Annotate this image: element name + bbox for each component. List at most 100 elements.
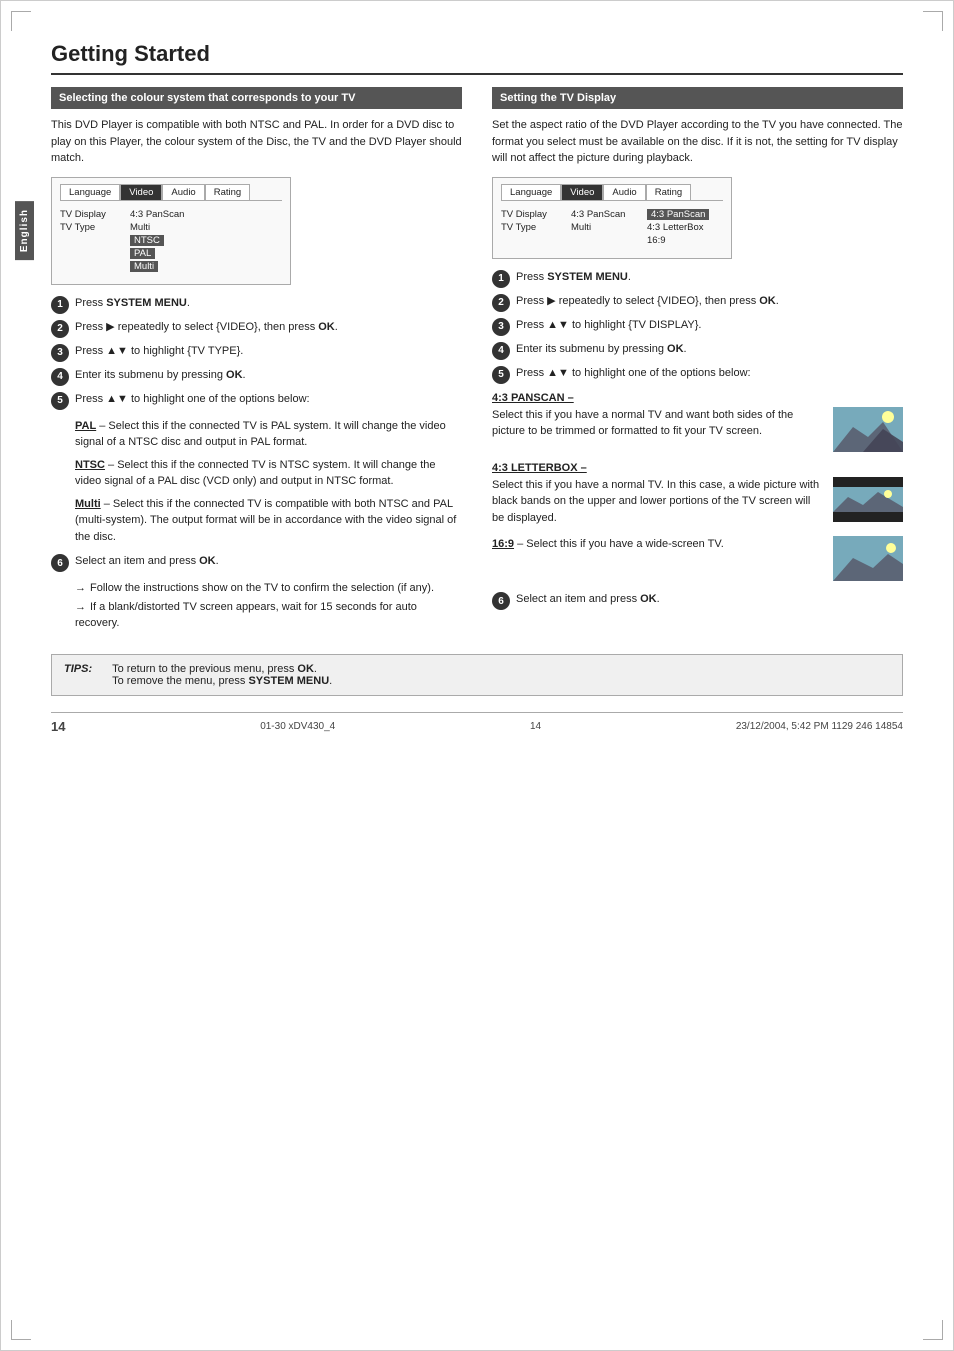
left-sub-arrow-1: Follow the instructions show on the TV t… (75, 580, 462, 597)
left-menu-val-multi: Multi (130, 222, 282, 233)
right-menu-labels: TV Display TV Type (501, 209, 571, 248)
side-tab: English (15, 201, 34, 260)
left-step-text-1: Press SYSTEM MENU. (75, 295, 462, 312)
left-step-num-2: 2 (51, 320, 69, 338)
left-step-text-5: Press ▲▼ to highlight one of the options… (75, 391, 462, 408)
right-highlight-169: 16:9 (647, 235, 723, 246)
left-menu-tabs: Language Video Audio Rating (60, 184, 282, 201)
right-tab-language: Language (501, 184, 561, 200)
left-menu-label-tvtype: TV Type (60, 222, 130, 233)
tv-option-169: 16:9 – Select this if you have a wide-sc… (492, 536, 903, 581)
left-opt-text-ntsc: – Select this if the connected TV is NTS… (75, 459, 436, 488)
left-menu-body: TV Display TV Type 4:3 PanScan Multi NTS… (60, 205, 282, 278)
panscan-svg (833, 407, 903, 452)
right-step-text-1: Press SYSTEM MENU. (516, 269, 903, 286)
left-menu-val-pal: PAL (130, 248, 282, 259)
right-column: Setting the TV Display Set the aspect ra… (492, 87, 903, 634)
right-step-num-4: 4 (492, 342, 510, 360)
right-step-num-2: 2 (492, 294, 510, 312)
right-step-6: 6 Select an item and press OK. (492, 591, 903, 610)
left-menu-values: 4:3 PanScan Multi NTSC PAL Multi (130, 209, 282, 274)
corner-mark-tr (923, 11, 943, 31)
left-menu-val-panscan: 4:3 PanScan (130, 209, 282, 220)
right-menu-label-tvdisplay: TV Display (501, 209, 571, 220)
tv-option-panscan: 4:3 PANSCAN – Select this if you have a … (492, 392, 903, 452)
right-highlight-letterbox: 4:3 LetterBox (647, 222, 723, 233)
left-step-text-6: Select an item and press OK. (75, 553, 462, 570)
left-column: Selecting the colour system that corresp… (51, 87, 462, 634)
right-menu-highlighted: 4:3 PanScan 4:3 LetterBox 16:9 (647, 209, 723, 248)
right-section-header: Setting the TV Display (492, 87, 903, 109)
tv-option-text-169: 16:9 – Select this if you have a wide-sc… (492, 536, 825, 553)
left-menu-labels: TV Display TV Type (60, 209, 130, 274)
tv-option-header-panscan: 4:3 PANSCAN – (492, 392, 903, 404)
right-menu-val-panscan: 4:3 PanScan (571, 209, 647, 220)
letterbox-svg (833, 477, 903, 522)
left-opt-label-pal: PAL (75, 420, 96, 432)
corner-mark-br (923, 1320, 943, 1340)
tv-option-content-panscan: Select this if you have a normal TV and … (492, 407, 903, 452)
left-opt-text-multi: – Select this if the connected TV is com… (75, 498, 456, 543)
right-step-text-5: Press ▲▼ to highlight one of the options… (516, 365, 903, 382)
left-step-text-4: Enter its submenu by pressing OK. (75, 367, 462, 384)
right-tab-audio: Audio (603, 184, 645, 200)
left-step-5: 5 Press ▲▼ to highlight one of the optio… (51, 391, 462, 410)
left-tab-audio: Audio (162, 184, 204, 200)
right-step-5: 5 Press ▲▼ to highlight one of the optio… (492, 365, 903, 384)
page-number: 14 (51, 719, 65, 734)
left-tab-rating: Rating (205, 184, 250, 200)
right-step-1: 1 Press SYSTEM MENU. (492, 269, 903, 288)
left-step-text-2: Press ▶ repeatedly to select {VIDEO}, th… (75, 319, 462, 336)
right-step-num-5: 5 (492, 366, 510, 384)
left-section-header: Selecting the colour system that corresp… (51, 87, 462, 109)
left-steps-list: 1 Press SYSTEM MENU. 2 Press ▶ repeatedl… (51, 295, 462, 410)
footer-center: 14 (530, 721, 541, 732)
left-step-4: 4 Enter its submenu by pressing OK. (51, 367, 462, 386)
arrow-icon-2 (75, 601, 90, 613)
page-container: English Getting Started Selecting the co… (0, 0, 954, 1351)
left-step-1: 1 Press SYSTEM MENU. (51, 295, 462, 314)
left-step-6: 6 Select an item and press OK. (51, 553, 462, 572)
left-opt-ntsc: NTSC – Select this if the connected TV i… (75, 457, 462, 490)
tv-image-169 (833, 536, 903, 581)
tv-option-text-panscan: Select this if you have a normal TV and … (492, 407, 825, 440)
left-step-num-6: 6 (51, 554, 69, 572)
corner-mark-tl (11, 11, 31, 31)
arrow-icon-1 (75, 582, 90, 594)
right-section-intro: Set the aspect ratio of the DVD Player a… (492, 117, 903, 167)
right-tab-video: Video (561, 184, 603, 200)
left-menu-label-tvdisplay: TV Display (60, 209, 130, 220)
left-step6-list: 6 Select an item and press OK. (51, 553, 462, 572)
left-opt-pal: PAL – Select this if the connected TV is… (75, 418, 462, 451)
right-menu-label-tvtype: TV Type (501, 222, 571, 233)
right-menu-val-multi: Multi (571, 222, 647, 233)
tips-label: TIPS: (64, 663, 92, 675)
tv-option-header-letterbox: 4:3 LETTERBOX – (492, 462, 903, 474)
page-title: Getting Started (51, 41, 903, 75)
tv-option-text-letterbox: Select this if you have a normal TV. In … (492, 477, 825, 527)
left-opt-multi: Multi – Select this if the connected TV … (75, 496, 462, 546)
left-sub-arrow-2: If a blank/distorted TV screen appears, … (75, 599, 462, 632)
left-step-3: 3 Press ▲▼ to highlight {TV TYPE}. (51, 343, 462, 362)
right-step-num-6: 6 (492, 592, 510, 610)
right-steps-list: 1 Press SYSTEM MENU. 2 Press ▶ repeatedl… (492, 269, 903, 384)
left-opt-label-multi: Multi (75, 498, 101, 510)
left-options-list: PAL – Select this if the connected TV is… (75, 418, 462, 546)
corner-mark-bl (11, 1320, 31, 1340)
right-menu-tabs: Language Video Audio Rating (501, 184, 723, 201)
page-footer: 14 01-30 xDV430_4 14 23/12/2004, 5:42 PM… (51, 712, 903, 734)
right-step-3: 3 Press ▲▼ to highlight {TV DISPLAY}. (492, 317, 903, 336)
right-step-2: 2 Press ▶ repeatedly to select {VIDEO}, … (492, 293, 903, 312)
right-menu-diagram: Language Video Audio Rating TV Display T… (492, 177, 732, 259)
content-columns: Selecting the colour system that corresp… (51, 87, 903, 634)
tv-option-letterbox: 4:3 LETTERBOX – Select this if you have … (492, 462, 903, 527)
left-step-text-3: Press ▲▼ to highlight {TV TYPE}. (75, 343, 462, 360)
tv-image-letterbox (833, 477, 903, 522)
right-step-text-6: Select an item and press OK. (516, 591, 903, 608)
right-menu-body: TV Display TV Type 4:3 PanScan Multi 4:3… (501, 205, 723, 252)
right-step-4: 4 Enter its submenu by pressing OK. (492, 341, 903, 360)
left-highlight-pal: PAL (130, 248, 155, 259)
tv-option-content-letterbox: Select this if you have a normal TV. In … (492, 477, 903, 527)
widescreen-svg (833, 536, 903, 581)
left-step-num-5: 5 (51, 392, 69, 410)
